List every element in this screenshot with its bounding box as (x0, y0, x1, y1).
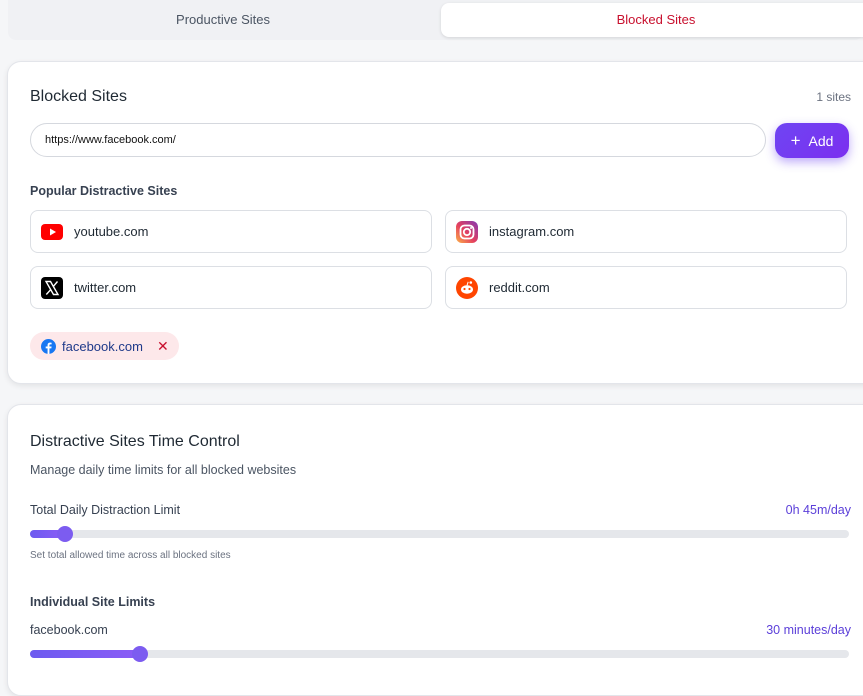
x-twitter-icon (41, 276, 63, 299)
add-button-label: Add (808, 132, 834, 149)
site-url-input[interactable] (30, 123, 766, 157)
tab-productive-sites[interactable]: Productive Sites (8, 3, 438, 37)
site-limit-value: 30 minutes/day (766, 623, 851, 637)
total-limit-hint: Set total allowed time across all blocke… (30, 550, 231, 561)
time-control-subtitle: Manage daily time limits for all blocked… (30, 463, 297, 477)
popular-site-reddit[interactable]: reddit.com (445, 266, 847, 309)
popular-site-instagram[interactable]: instagram.com (445, 210, 847, 253)
add-button[interactable]: + Add (775, 123, 849, 158)
popular-site-youtube[interactable]: youtube.com (30, 210, 432, 253)
blocked-sites-title: Blocked Sites (30, 88, 127, 105)
blocked-site-name: facebook.com (62, 338, 143, 354)
popular-sites-title: Popular Distractive Sites (30, 184, 178, 198)
youtube-icon (41, 221, 63, 243)
instagram-icon (456, 220, 478, 243)
site-name: instagram.com (489, 224, 575, 239)
site-name: twitter.com (74, 280, 137, 295)
site-name: reddit.com (489, 280, 550, 295)
popular-site-twitter[interactable]: twitter.com (30, 266, 432, 309)
slider-fill (30, 650, 140, 658)
slider-thumb[interactable] (57, 526, 74, 542)
total-limit-value: 0h 45m/day (785, 503, 851, 517)
site-limit-label: facebook.com (30, 623, 108, 637)
blocked-site-chip: facebook.com ✕ (30, 332, 179, 360)
facebook-icon (40, 338, 56, 354)
remove-site-button[interactable]: ✕ (157, 338, 169, 355)
blocked-sites-card: Blocked Sites 1 sites + Add Popular Dist… (7, 61, 863, 384)
site-name: youtube.com (74, 224, 149, 239)
total-limit-label: Total Daily Distraction Limit (30, 503, 181, 517)
site-limit-slider[interactable] (30, 646, 849, 662)
time-control-card: Distractive Sites Time Control Manage da… (7, 404, 863, 696)
reddit-icon (456, 276, 478, 299)
time-control-title: Distractive Sites Time Control (30, 433, 240, 450)
total-limit-slider[interactable] (30, 526, 849, 542)
individual-limits-title: Individual Site Limits (30, 595, 156, 609)
slider-thumb[interactable] (131, 646, 148, 662)
tab-blocked-sites[interactable]: Blocked Sites (441, 3, 863, 37)
blocked-count: 1 sites (816, 90, 851, 104)
tab-bar: Productive Sites Blocked Sites (8, 0, 863, 40)
plus-icon: + (790, 131, 801, 150)
